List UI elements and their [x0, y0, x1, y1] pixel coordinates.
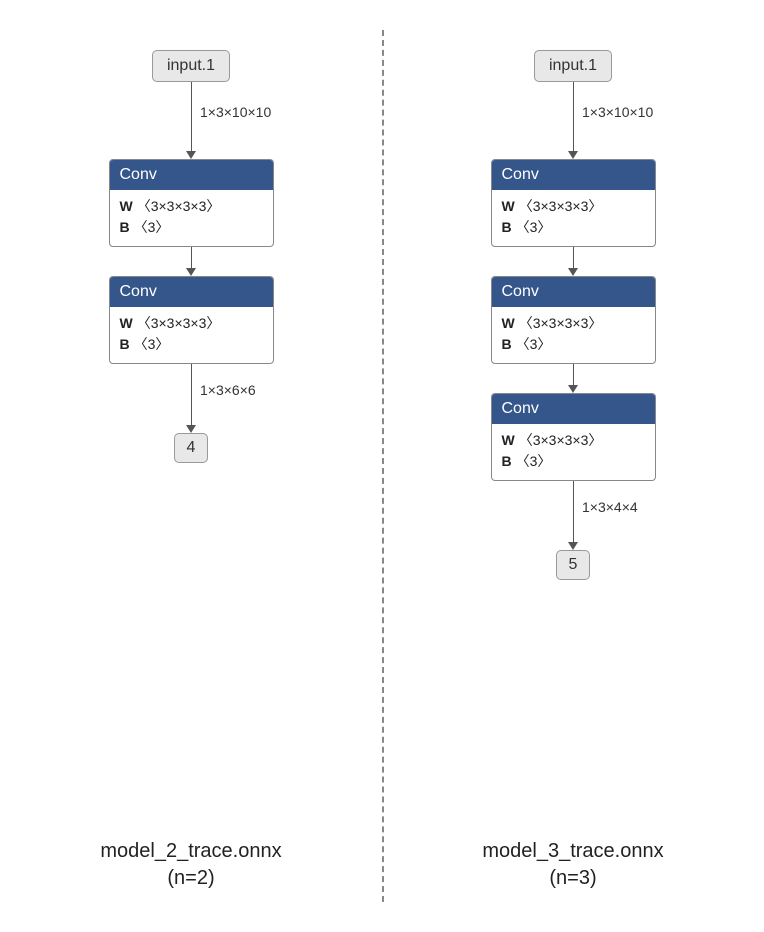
arrow-input-to-conv: 1×3×10×10: [186, 82, 196, 159]
caption-n: (n=3): [549, 867, 596, 889]
arrow-conv-to-output: 1×3×4×4: [568, 481, 578, 550]
arrow-line: [191, 247, 192, 269]
arrow-head-icon: [186, 425, 196, 433]
arrow-head-icon: [568, 542, 578, 550]
weight-shape: 〈3×3×3×3〉: [519, 315, 603, 331]
right-panel: input.1 1×3×10×10 Conv W〈3×3×3×3〉 B〈3〉: [382, 0, 764, 932]
bias-line: B〈3〉: [120, 217, 263, 238]
bias-shape: 〈3〉: [134, 336, 170, 352]
weight-line: W〈3×3×3×3〉: [502, 430, 645, 451]
weight-shape: 〈3×3×3×3〉: [519, 432, 603, 448]
input-label: input.1: [167, 57, 215, 74]
arrow-conv-to-output: 1×3×6×6: [186, 364, 196, 433]
bias-line: B〈3〉: [502, 334, 645, 355]
arrow-line: [191, 82, 192, 152]
arrow-line: [573, 82, 574, 152]
bias-key: B: [502, 336, 512, 352]
weight-key: W: [502, 315, 515, 331]
bias-line: B〈3〉: [502, 451, 645, 472]
conv-node: Conv W〈3×3×3×3〉 B〈3〉: [491, 393, 656, 481]
arrow-line: [573, 247, 574, 269]
weight-line: W〈3×3×3×3〉: [502, 313, 645, 334]
output-node: 4: [174, 433, 209, 463]
arrow-between-convs: [568, 364, 578, 393]
arrow-line: [191, 364, 192, 426]
op-header: Conv: [492, 277, 655, 307]
bias-shape: 〈3〉: [516, 453, 552, 469]
arrow-between-convs: [186, 247, 196, 276]
arrow-head-icon: [186, 268, 196, 276]
right-caption: model_3_trace.onnx (n=3): [482, 838, 663, 892]
weight-key: W: [502, 198, 515, 214]
caption-n: (n=2): [167, 867, 214, 889]
arrow-head-icon: [568, 385, 578, 393]
op-header: Conv: [492, 394, 655, 424]
weight-line: W〈3×3×3×3〉: [120, 196, 263, 217]
left-panel: input.1 1×3×10×10 Conv W〈3×3×3×3〉 B〈3〉: [0, 0, 382, 932]
diagram-container: input.1 1×3×10×10 Conv W〈3×3×3×3〉 B〈3〉: [0, 0, 764, 932]
bias-key: B: [120, 336, 130, 352]
weight-shape: 〈3×3×3×3〉: [519, 198, 603, 214]
op-body: W〈3×3×3×3〉 B〈3〉: [110, 307, 273, 363]
arrow-between-convs: [568, 247, 578, 276]
conv-node: Conv W〈3×3×3×3〉 B〈3〉: [491, 276, 656, 364]
arrow-input-to-conv: 1×3×10×10: [568, 82, 578, 159]
caption-filename: model_3_trace.onnx: [482, 840, 663, 862]
left-caption: model_2_trace.onnx (n=2): [100, 838, 281, 892]
weight-line: W〈3×3×3×3〉: [120, 313, 263, 334]
conv-node: Conv W〈3×3×3×3〉 B〈3〉: [109, 276, 274, 364]
input-label: input.1: [549, 57, 597, 74]
edge-shape-label: 1×3×10×10: [200, 104, 271, 120]
weight-key: W: [120, 315, 133, 331]
op-body: W〈3×3×3×3〉 B〈3〉: [492, 190, 655, 246]
bias-shape: 〈3〉: [516, 219, 552, 235]
weight-line: W〈3×3×3×3〉: [502, 196, 645, 217]
op-header: Conv: [110, 160, 273, 190]
vertical-divider: [382, 30, 384, 902]
arrow-head-icon: [568, 151, 578, 159]
op-header: Conv: [492, 160, 655, 190]
op-header: Conv: [110, 277, 273, 307]
output-label: 4: [187, 439, 196, 456]
edge-shape-label: 1×3×10×10: [582, 104, 653, 120]
weight-shape: 〈3×3×3×3〉: [137, 315, 221, 331]
bias-line: B〈3〉: [120, 334, 263, 355]
weight-key: W: [502, 432, 515, 448]
arrow-head-icon: [568, 268, 578, 276]
bias-line: B〈3〉: [502, 217, 645, 238]
arrow-line: [573, 364, 574, 386]
output-label: 5: [569, 556, 578, 573]
edge-shape-label: 1×3×4×4: [582, 499, 638, 515]
caption-filename: model_2_trace.onnx: [100, 840, 281, 862]
conv-node: Conv W〈3×3×3×3〉 B〈3〉: [109, 159, 274, 247]
bias-key: B: [502, 219, 512, 235]
op-body: W〈3×3×3×3〉 B〈3〉: [110, 190, 273, 246]
weight-key: W: [120, 198, 133, 214]
arrow-line: [573, 481, 574, 543]
input-node: input.1: [534, 50, 612, 82]
arrow-head-icon: [186, 151, 196, 159]
op-body: W〈3×3×3×3〉 B〈3〉: [492, 424, 655, 480]
bias-key: B: [502, 453, 512, 469]
input-node: input.1: [152, 50, 230, 82]
op-body: W〈3×3×3×3〉 B〈3〉: [492, 307, 655, 363]
output-node: 5: [556, 550, 591, 580]
bias-key: B: [120, 219, 130, 235]
bias-shape: 〈3〉: [516, 336, 552, 352]
conv-node: Conv W〈3×3×3×3〉 B〈3〉: [491, 159, 656, 247]
weight-shape: 〈3×3×3×3〉: [137, 198, 221, 214]
bias-shape: 〈3〉: [134, 219, 170, 235]
edge-shape-label: 1×3×6×6: [200, 382, 256, 398]
